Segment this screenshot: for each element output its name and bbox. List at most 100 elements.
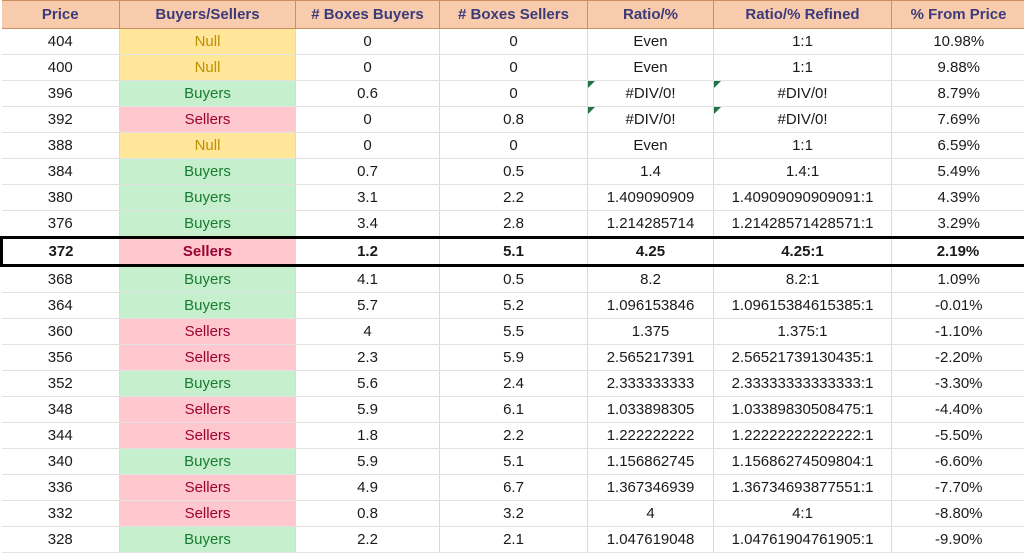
cell-boxes-buyers[interactable]: 2.2 <box>296 527 440 553</box>
cell-ratio[interactable]: 1.367346939 <box>588 475 714 501</box>
cell-side[interactable]: Buyers <box>120 266 296 293</box>
cell-ratio[interactable]: 4 <box>588 501 714 527</box>
cell-pct-from-price[interactable]: 5.49% <box>892 159 1024 185</box>
cell-pct-from-price[interactable]: -3.30% <box>892 371 1024 397</box>
cell-pct-from-price[interactable]: 1.09% <box>892 266 1024 293</box>
cell-boxes-sellers[interactable]: 6.1 <box>440 397 588 423</box>
table-row[interactable]: 328Buyers2.22.11.0476190481.047619047619… <box>2 527 1024 553</box>
cell-boxes-sellers[interactable]: 2.1 <box>440 527 588 553</box>
table-row[interactable]: 396Buyers0.60#DIV/0!#DIV/0!8.79% <box>2 81 1024 107</box>
cell-side[interactable]: Buyers <box>120 81 296 107</box>
cell-boxes-buyers[interactable]: 4.9 <box>296 475 440 501</box>
cell-ratio[interactable]: 1.222222222 <box>588 423 714 449</box>
cell-side[interactable]: Buyers <box>120 211 296 238</box>
cell-ratio-refined[interactable]: 1.03389830508475:1 <box>714 397 892 423</box>
cell-boxes-sellers[interactable]: 5.5 <box>440 319 588 345</box>
cell-side[interactable]: Sellers <box>120 397 296 423</box>
cell-pct-from-price[interactable]: -8.80% <box>892 501 1024 527</box>
cell-pct-from-price[interactable]: -5.50% <box>892 423 1024 449</box>
column-header-ratio-refined[interactable]: Ratio/% Refined <box>714 1 892 29</box>
cell-boxes-sellers[interactable]: 6.7 <box>440 475 588 501</box>
cell-side[interactable]: Null <box>120 55 296 81</box>
cell-boxes-sellers[interactable]: 2.2 <box>440 423 588 449</box>
cell-boxes-buyers[interactable]: 5.9 <box>296 397 440 423</box>
cell-price[interactable]: 356 <box>2 345 120 371</box>
table-row[interactable]: 384Buyers0.70.51.41.4:15.49% <box>2 159 1024 185</box>
cell-pct-from-price[interactable]: -2.20% <box>892 345 1024 371</box>
cell-pct-from-price[interactable]: 6.59% <box>892 133 1024 159</box>
cell-side[interactable]: Sellers <box>120 319 296 345</box>
cell-price[interactable]: 332 <box>2 501 120 527</box>
cell-price[interactable]: 388 <box>2 133 120 159</box>
cell-ratio-refined[interactable]: 1.15686274509804:1 <box>714 449 892 475</box>
cell-boxes-buyers[interactable]: 0 <box>296 29 440 55</box>
cell-ratio-refined[interactable]: 4.25:1 <box>714 238 892 266</box>
cell-ratio[interactable]: 1.047619048 <box>588 527 714 553</box>
cell-ratio[interactable]: 2.333333333 <box>588 371 714 397</box>
cell-ratio[interactable]: 1.156862745 <box>588 449 714 475</box>
cell-price[interactable]: 340 <box>2 449 120 475</box>
cell-side[interactable]: Buyers <box>120 527 296 553</box>
cell-pct-from-price[interactable]: 9.88% <box>892 55 1024 81</box>
table-row[interactable]: 332Sellers0.83.244:1-8.80% <box>2 501 1024 527</box>
cell-boxes-sellers[interactable]: 0.8 <box>440 107 588 133</box>
cell-price[interactable]: 384 <box>2 159 120 185</box>
buyers-sellers-ratio-table[interactable]: Price Buyers/Sellers # Boxes Buyers # Bo… <box>0 0 1024 553</box>
cell-side[interactable]: Sellers <box>120 107 296 133</box>
column-header-buyers-sellers[interactable]: Buyers/Sellers <box>120 1 296 29</box>
table-row[interactable]: 344Sellers1.82.21.2222222221.22222222222… <box>2 423 1024 449</box>
column-header-pct-from-price[interactable]: % From Price <box>892 1 1024 29</box>
cell-price[interactable]: 352 <box>2 371 120 397</box>
cell-boxes-sellers[interactable]: 0.5 <box>440 159 588 185</box>
cell-ratio-refined[interactable]: 1.04761904761905:1 <box>714 527 892 553</box>
cell-boxes-buyers[interactable]: 1.8 <box>296 423 440 449</box>
table-row[interactable]: 364Buyers5.75.21.0961538461.096153846153… <box>2 293 1024 319</box>
cell-ratio[interactable]: 1.214285714 <box>588 211 714 238</box>
cell-side[interactable]: Sellers <box>120 501 296 527</box>
cell-price[interactable]: 336 <box>2 475 120 501</box>
cell-side[interactable]: Buyers <box>120 449 296 475</box>
cell-boxes-buyers[interactable]: 5.7 <box>296 293 440 319</box>
table-row[interactable]: 392Sellers00.8#DIV/0!#DIV/0!7.69% <box>2 107 1024 133</box>
cell-boxes-buyers[interactable]: 0.7 <box>296 159 440 185</box>
cell-price[interactable]: 376 <box>2 211 120 238</box>
table-row[interactable]: 356Sellers2.35.92.5652173912.56521739130… <box>2 345 1024 371</box>
cell-pct-from-price[interactable]: -6.60% <box>892 449 1024 475</box>
cell-ratio[interactable]: #DIV/0! <box>588 107 714 133</box>
cell-price[interactable]: 348 <box>2 397 120 423</box>
cell-side[interactable]: Null <box>120 133 296 159</box>
cell-price[interactable]: 380 <box>2 185 120 211</box>
cell-ratio-refined[interactable]: 1.36734693877551:1 <box>714 475 892 501</box>
cell-boxes-buyers[interactable]: 0 <box>296 133 440 159</box>
cell-ratio-refined[interactable]: 8.2:1 <box>714 266 892 293</box>
cell-side[interactable]: Sellers <box>120 345 296 371</box>
cell-pct-from-price[interactable]: 10.98% <box>892 29 1024 55</box>
table-row[interactable]: 372Sellers1.25.14.254.25:12.19% <box>2 238 1024 266</box>
cell-price[interactable]: 392 <box>2 107 120 133</box>
cell-ratio[interactable]: 2.565217391 <box>588 345 714 371</box>
cell-ratio[interactable]: 4.25 <box>588 238 714 266</box>
cell-ratio[interactable]: 1.4 <box>588 159 714 185</box>
cell-side[interactable]: Sellers <box>120 238 296 266</box>
cell-ratio[interactable]: Even <box>588 133 714 159</box>
cell-side[interactable]: Buyers <box>120 159 296 185</box>
table-row[interactable]: 400Null00Even1:19.88% <box>2 55 1024 81</box>
cell-ratio[interactable]: 1.096153846 <box>588 293 714 319</box>
cell-boxes-sellers[interactable]: 2.4 <box>440 371 588 397</box>
cell-boxes-buyers[interactable]: 3.4 <box>296 211 440 238</box>
cell-boxes-sellers[interactable]: 3.2 <box>440 501 588 527</box>
table-row[interactable]: 388Null00Even1:16.59% <box>2 133 1024 159</box>
column-header-ratio[interactable]: Ratio/% <box>588 1 714 29</box>
cell-boxes-sellers[interactable]: 5.1 <box>440 238 588 266</box>
cell-price[interactable]: 360 <box>2 319 120 345</box>
cell-pct-from-price[interactable]: -1.10% <box>892 319 1024 345</box>
cell-boxes-buyers[interactable]: 2.3 <box>296 345 440 371</box>
cell-boxes-sellers[interactable]: 0 <box>440 55 588 81</box>
cell-price[interactable]: 364 <box>2 293 120 319</box>
cell-ratio-refined[interactable]: 1:1 <box>714 55 892 81</box>
cell-boxes-buyers[interactable]: 1.2 <box>296 238 440 266</box>
cell-boxes-sellers[interactable]: 5.9 <box>440 345 588 371</box>
table-row[interactable]: 340Buyers5.95.11.1568627451.156862745098… <box>2 449 1024 475</box>
cell-pct-from-price[interactable]: 2.19% <box>892 238 1024 266</box>
cell-price[interactable]: 344 <box>2 423 120 449</box>
